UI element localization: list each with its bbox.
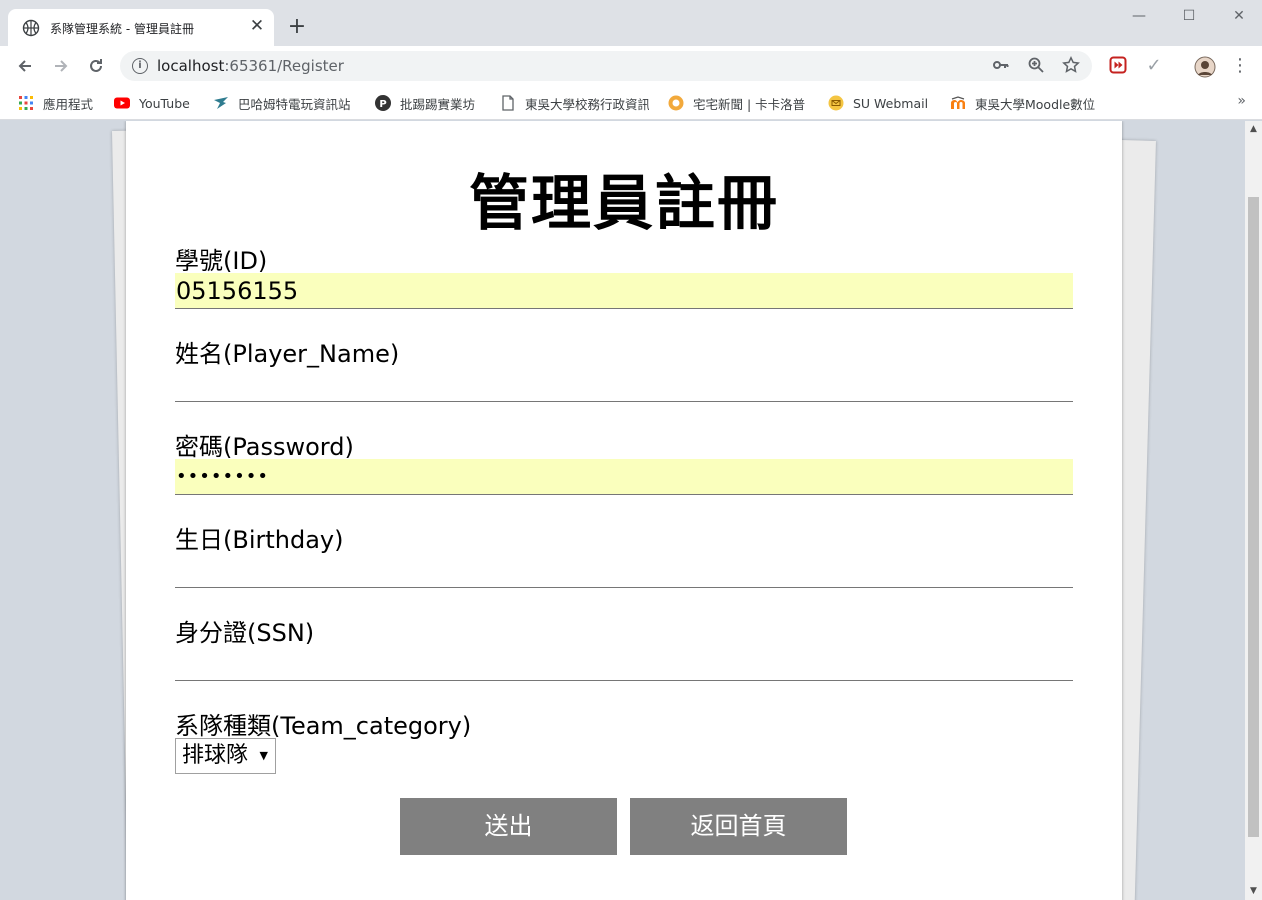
new-tab-button[interactable]: + — [286, 16, 308, 38]
zoom-icon[interactable] — [1026, 56, 1046, 76]
vertical-scrollbar[interactable]: ▲ ▼ — [1245, 121, 1262, 900]
close-tab-icon[interactable]: ✕ — [248, 17, 266, 35]
webmail-icon — [828, 95, 844, 111]
tab-title: 系隊管理系統 - 管理員註冊 — [50, 22, 194, 36]
bookmark-label: 巴哈姆特電玩資訊站 — [238, 96, 351, 112]
minimize-button[interactable]: — — [1124, 6, 1154, 26]
scroll-down-icon[interactable]: ▼ — [1245, 883, 1262, 900]
star-icon[interactable] — [1061, 56, 1081, 76]
info-icon[interactable]: i — [132, 58, 148, 74]
key-icon[interactable] — [991, 56, 1011, 76]
bookmarks-bar: 應用程式 YouTube 巴哈姆特電玩資訊站 P 批踢踢實業坊 東吳大學校務行政… — [0, 86, 1262, 120]
tab-strip: 系隊管理系統 - 管理員註冊 ✕ + — ☐ ✕ — [0, 0, 1262, 46]
team-category-label: 系隊種類(Team_category) — [175, 712, 472, 740]
student-id-label: 學號(ID) — [175, 247, 268, 275]
bookmark-scu-admin[interactable]: 東吳大學校務行政資訊 — [500, 94, 649, 112]
arrow-right-icon — [55, 60, 68, 72]
bookmark-apps[interactable]: 應用程式 — [18, 94, 93, 112]
check-extension-icon[interactable]: ✓ — [1144, 56, 1164, 76]
submit-button[interactable]: 送出 — [400, 798, 617, 855]
forward-button[interactable] — [49, 54, 73, 78]
url-path: :65361/Register — [224, 57, 344, 75]
url-host: localhost — [157, 57, 225, 75]
youtube-icon — [114, 97, 130, 109]
player-name-input[interactable] — [175, 366, 1073, 402]
browser-tab[interactable]: 系隊管理系統 - 管理員註冊 ✕ — [8, 9, 274, 46]
password-label: 密碼(Password) — [175, 433, 354, 461]
back-home-button[interactable]: 返回首頁 — [630, 798, 847, 855]
extension-icon[interactable] — [1108, 56, 1128, 76]
team-category-select[interactable]: 排球隊 ▼ — [175, 738, 276, 774]
ssn-label: 身分證(SSN) — [175, 619, 315, 647]
close-window-button[interactable]: ✕ — [1224, 6, 1254, 26]
avatar[interactable] — [1194, 56, 1216, 78]
bookmark-gamme[interactable]: 宅宅新聞 | 卡卡洛普 — [668, 94, 805, 112]
page-icon — [502, 95, 514, 111]
bookmark-label: 宅宅新聞 | 卡卡洛普 — [693, 96, 806, 112]
player-name-label: 姓名(Player_Name) — [175, 340, 400, 368]
bookmark-webmail[interactable]: SU Webmail — [828, 94, 928, 112]
arrow-left-icon — [18, 60, 31, 72]
team-category-value: 排球隊 — [182, 743, 249, 768]
page-viewport: 管理員註冊 學號(ID) 姓名(Player_Name) 密碼(Password… — [0, 121, 1245, 900]
back-button[interactable] — [13, 54, 37, 78]
birthday-input[interactable] — [175, 552, 1073, 588]
svg-text:P: P — [379, 99, 386, 110]
bookmarks-overflow-button[interactable]: » — [1237, 93, 1246, 109]
bookmark-label: SU Webmail — [853, 95, 929, 111]
page-title: 管理員註冊 — [469, 169, 779, 239]
browser-toolbar: i localhost:65361/Register ✓ ⋮ — [0, 46, 1262, 86]
password-input[interactable]: •••••••• — [175, 459, 1073, 495]
scrollbar-thumb[interactable] — [1248, 197, 1259, 837]
bookmark-moodle[interactable]: 東吳大學Moodle數位 — [950, 94, 1099, 112]
bookmark-label: 應用程式 — [43, 96, 94, 112]
reload-button[interactable] — [84, 54, 108, 78]
basketball-icon — [22, 19, 40, 37]
bookmark-label: 東吳大學校務行政資訊 — [525, 96, 649, 112]
reload-icon — [90, 59, 102, 72]
bahamut-icon — [214, 97, 228, 109]
menu-kebab-icon[interactable]: ⋮ — [1230, 56, 1250, 76]
bookmark-label: 東吳大學Moodle數位 — [975, 96, 1096, 112]
register-card: 管理員註冊 學號(ID) 姓名(Player_Name) 密碼(Password… — [126, 121, 1122, 900]
apps-grid-icon — [19, 96, 33, 110]
ssn-input[interactable] — [175, 645, 1073, 681]
bookmark-youtube[interactable]: YouTube — [114, 94, 190, 112]
ptt-icon: P — [375, 95, 391, 111]
bookmark-bahamut[interactable]: 巴哈姆特電玩資訊站 — [213, 94, 351, 112]
maximize-button[interactable]: ☐ — [1174, 6, 1204, 26]
scroll-up-icon[interactable]: ▲ — [1245, 121, 1262, 138]
dropdown-arrow-icon: ▼ — [259, 749, 268, 762]
url-text[interactable]: localhost:65361/Register — [157, 57, 344, 75]
bookmark-label: 批踢踢實業坊 — [400, 96, 476, 112]
birthday-label: 生日(Birthday) — [175, 526, 344, 554]
bookmark-ptt[interactable]: P 批踢踢實業坊 — [375, 94, 475, 112]
gamme-icon — [668, 95, 684, 111]
bookmark-label: YouTube — [139, 95, 190, 111]
moodle-icon — [951, 96, 965, 109]
student-id-input[interactable] — [175, 273, 1073, 309]
address-bar[interactable]: i localhost:65361/Register — [120, 51, 1092, 81]
